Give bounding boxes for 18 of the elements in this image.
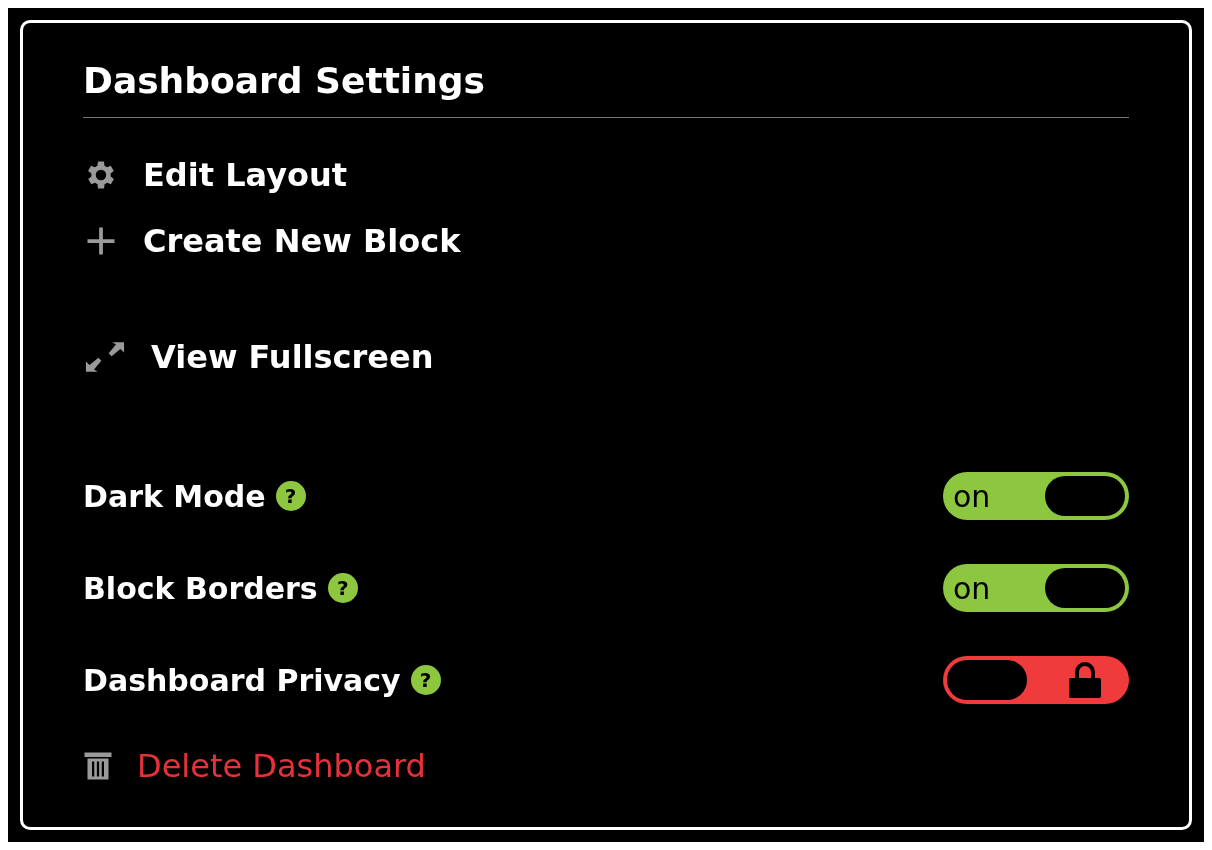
panel-title: Dashboard Settings [83,59,1129,118]
menu-action[interactable]: View Fullscreen [83,332,1129,382]
toggle-state-text: on [952,569,991,608]
help-badge[interactable]: ? [275,481,306,511]
help-badge[interactable]: ? [410,665,441,695]
lock-toggle-switch[interactable] [943,656,1129,704]
toggle-state-text: on [952,477,991,516]
setting-label: Block Borders [83,569,318,608]
delete-dashboard-button[interactable]: Delete Dashboard [83,742,1129,790]
toggle-switch[interactable]: on [943,564,1129,612]
menu-action[interactable]: Edit Layout [83,150,1129,200]
trash-icon [83,751,113,781]
toggle-switch[interactable]: on [943,472,1129,520]
menu-action[interactable]: Create New Block [83,216,1129,266]
setting-label: Dark Mode [83,477,266,516]
setting-label: Dashboard Privacy [83,661,401,700]
help-badge[interactable]: ? [327,573,358,603]
expand-arrows-icon [83,339,127,375]
